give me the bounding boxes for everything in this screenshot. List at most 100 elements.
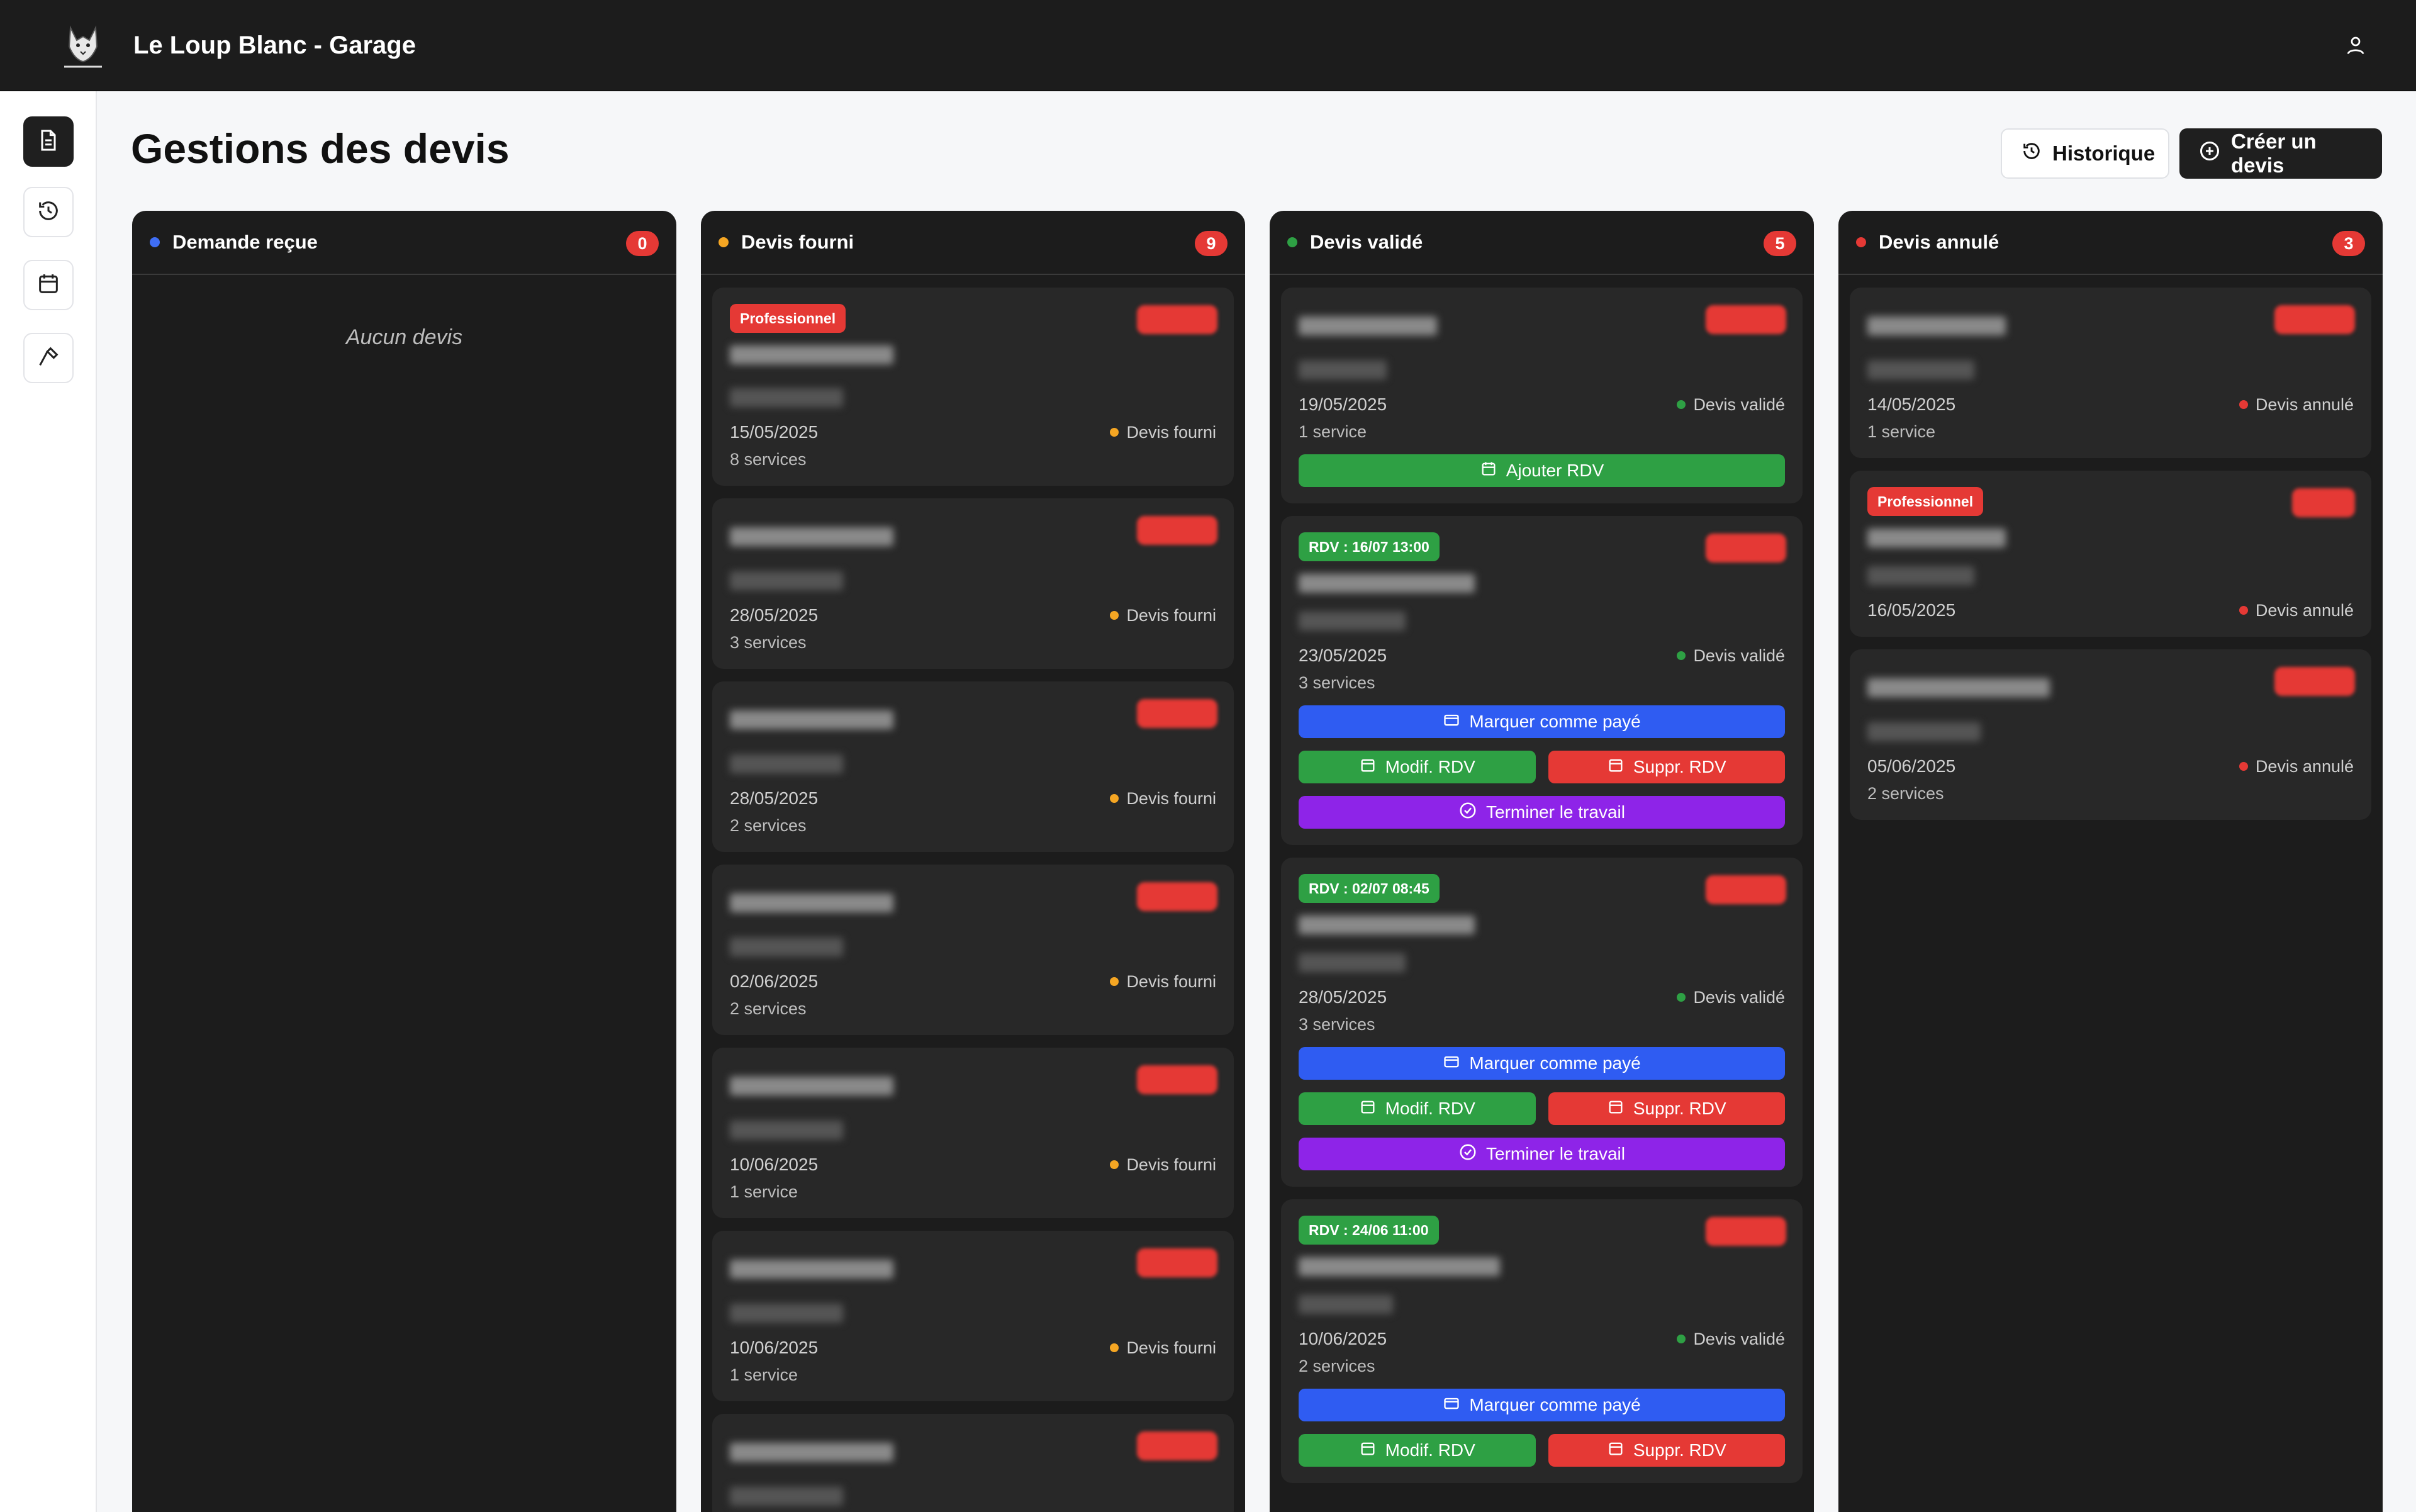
history-icon <box>36 198 61 227</box>
quote-card[interactable]: 05/06/2025 Devis annulé 2 services <box>1850 649 2371 820</box>
client-name <box>1299 916 1475 934</box>
service-count: 3 services <box>1299 673 1375 692</box>
calendar-icon <box>1359 1098 1377 1120</box>
status-label: Devis validé <box>1677 988 1785 1007</box>
quote-date: 10/06/2025 <box>730 1338 819 1357</box>
client-name <box>730 1260 893 1279</box>
quote-card[interactable]: Professionnel 16/05/2025 Devis annulé <box>1850 471 2371 637</box>
add-rdv-button[interactable]: Ajouter RDV <box>1299 454 1785 487</box>
mark-paid-button[interactable]: Marquer comme payé <box>1299 1047 1785 1080</box>
create-quote-button[interactable]: Créer un devis <box>2179 128 2382 179</box>
quote-card[interactable]: 10/06/2025 Devis fourni 1 service <box>712 1231 1234 1401</box>
count-badge: 5 <box>1764 231 1796 256</box>
service-count: 1 service <box>730 1365 798 1384</box>
user-icon[interactable] <box>2339 29 2372 62</box>
rdv-tag: RDV : 16/07 13:00 <box>1299 532 1440 561</box>
modify-rdv-button[interactable]: Modif. RDV <box>1299 1092 1536 1125</box>
service-count: 2 services <box>1867 784 1944 803</box>
status-label: Devis fourni <box>1110 1155 1216 1175</box>
finish-work-button[interactable]: Terminer le travail <box>1299 1138 1785 1170</box>
calendar-icon <box>1607 756 1625 778</box>
client-name <box>1867 529 2006 547</box>
service-count: 1 service <box>730 1182 798 1201</box>
status-label: Devis validé <box>1677 1330 1785 1349</box>
column-title: Demande reçue <box>172 231 318 253</box>
client-name <box>1299 1257 1500 1276</box>
document-icon <box>36 128 61 156</box>
delete-rdv-button[interactable]: Suppr. RDV <box>1548 751 1785 783</box>
price-badge <box>1137 305 1217 334</box>
sidebar-item-calendar[interactable] <box>23 260 74 310</box>
column-title: Devis fourni <box>741 231 854 253</box>
app-title: Le Loup Blanc - Garage <box>133 31 416 59</box>
delete-rdv-button[interactable]: Suppr. RDV <box>1548 1092 1785 1125</box>
quote-card[interactable]: 02/06/2025 Devis fourni 2 services <box>712 865 1234 1035</box>
credit-card-icon <box>1443 711 1460 733</box>
create-quote-label: Créer un devis <box>2231 130 2317 177</box>
price-badge <box>1137 699 1217 728</box>
client-name <box>730 893 893 912</box>
quote-card[interactable]: Professionnel 15/05/2025 Devis fourni 8 s… <box>712 288 1234 486</box>
calendar-icon <box>36 271 61 300</box>
modify-rdv-button[interactable]: Modif. RDV <box>1299 1434 1536 1467</box>
price-badge <box>1706 1217 1786 1246</box>
status-dot <box>150 237 160 247</box>
service-count: 2 services <box>730 999 807 1018</box>
quote-date: 16/05/2025 <box>1867 600 1956 620</box>
service-count: 8 services <box>730 450 807 469</box>
credit-card-icon <box>1443 1053 1460 1075</box>
quote-card[interactable]: 10/06/2025 Devis fourni 1 service <box>712 1048 1234 1218</box>
status-label: Devis annulé <box>2239 757 2354 776</box>
status-label: Devis fourni <box>1110 423 1216 442</box>
calendar-icon <box>1359 1440 1377 1462</box>
mark-paid-button[interactable]: Marquer comme payé <box>1299 705 1785 738</box>
column-title: Devis validé <box>1310 231 1423 253</box>
quote-card[interactable]: 19/05/2025 Devis validé 1 service Ajouter… <box>1281 288 1803 503</box>
client-name <box>730 527 893 546</box>
price-badge <box>1706 305 1786 334</box>
sidebar-item-tools[interactable] <box>23 333 74 383</box>
quote-card[interactable] <box>712 1414 1234 1512</box>
quote-date: 02/06/2025 <box>730 972 819 991</box>
column-validated: Devis validé 5 19/05/2025 Devis validé 1 … <box>1270 211 1814 1512</box>
column-received: Demande reçue 0 Aucun devis <box>132 211 676 1512</box>
plate-number <box>1299 1295 1393 1314</box>
client-name <box>1867 678 2050 697</box>
column-cancelled: Devis annulé 3 14/05/2025 Devis annulé 1 … <box>1838 211 2383 1512</box>
quote-card[interactable]: 28/05/2025 Devis fourni 3 services <box>712 498 1234 669</box>
quote-date: 28/05/2025 <box>730 605 819 625</box>
quote-card[interactable]: RDV : 24/06 11:00 10/06/2025 Devis validé… <box>1281 1199 1803 1483</box>
price-badge <box>1706 534 1786 563</box>
delete-rdv-button[interactable]: Suppr. RDV <box>1548 1434 1785 1467</box>
page-title: Gestions des devis <box>131 125 510 172</box>
modify-rdv-button[interactable]: Modif. RDV <box>1299 751 1536 783</box>
service-count: 3 services <box>1299 1015 1375 1034</box>
plate-number <box>730 1487 843 1506</box>
professional-tag: Professionnel <box>730 304 846 333</box>
history-button[interactable]: Historique <box>2001 128 2169 179</box>
mark-paid-button[interactable]: Marquer comme payé <box>1299 1389 1785 1421</box>
price-badge <box>2292 488 2355 517</box>
quote-card[interactable]: RDV : 02/07 08:45 28/05/2025 Devis validé… <box>1281 858 1803 1187</box>
calendar-icon <box>1607 1098 1625 1120</box>
quote-card[interactable]: 28/05/2025 Devis fourni 2 services <box>712 681 1234 852</box>
plate-number <box>730 938 843 956</box>
rdv-tag: RDV : 02/07 08:45 <box>1299 874 1440 903</box>
column-header: Devis fourni 9 <box>701 211 1245 275</box>
status-dot <box>719 237 729 247</box>
sidebar-item-quotes[interactable] <box>23 116 74 167</box>
quote-date: 19/05/2025 <box>1299 395 1387 414</box>
status-label: Devis annulé <box>2239 601 2354 620</box>
sidebar-item-history[interactable] <box>23 187 74 237</box>
plate-number <box>1299 953 1406 972</box>
status-label: Devis annulé <box>2239 395 2354 415</box>
history-button-label: Historique <box>2052 142 2156 165</box>
service-count: 3 services <box>730 633 807 652</box>
quote-card[interactable]: RDV : 16/07 13:00 23/05/2025 Devis validé… <box>1281 516 1803 845</box>
status-dot <box>1287 237 1297 247</box>
quote-card[interactable]: 14/05/2025 Devis annulé 1 service <box>1850 288 2371 458</box>
history-icon <box>2021 140 2042 167</box>
price-badge <box>1137 516 1217 545</box>
finish-work-button[interactable]: Terminer le travail <box>1299 796 1785 829</box>
plate-number <box>1867 361 1974 379</box>
